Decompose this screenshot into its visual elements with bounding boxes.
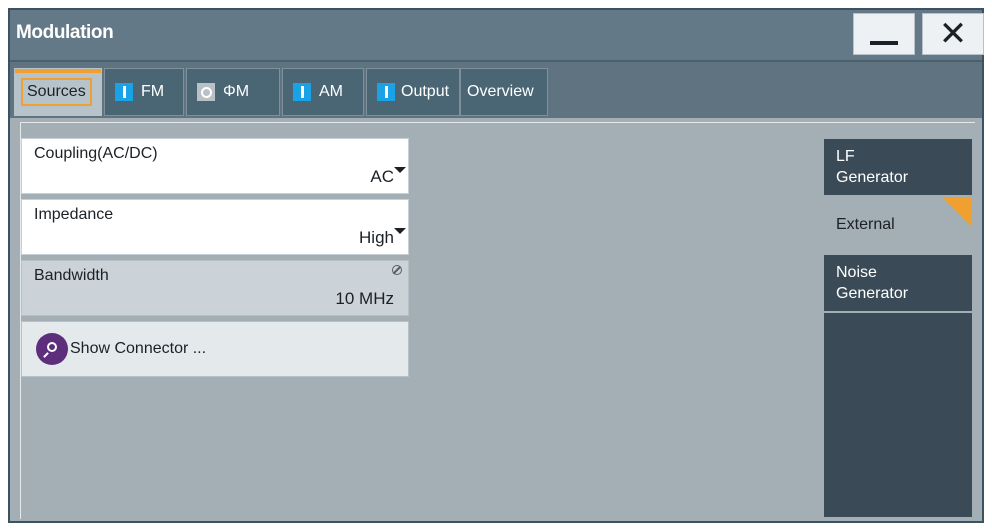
impedance-label: Impedance [34,206,114,223]
bandwidth-readonly-field: Bandwidth 10 MHz [21,260,409,316]
minimize-button[interactable] [853,13,915,55]
tab-am[interactable]: AM [282,68,364,116]
tab-output-label: Output [401,83,450,100]
dialog-title: Modulation [16,22,114,43]
state-on-indicator-icon [377,83,395,101]
tab-fm-label: FM [141,83,165,100]
impedance-value: High [359,228,394,247]
side-item-label: LF Generator [836,148,909,186]
impedance-dropdown[interactable]: Impedance High [21,199,409,255]
tab-sources-label: Sources [21,78,92,106]
side-item-label: Noise Generator [836,264,909,302]
tab-am-label: AM [319,83,343,100]
state-on-indicator-icon [293,83,311,101]
minimize-icon [870,41,898,45]
tab-pm-label: ΦM [223,83,250,100]
search-icon [36,333,68,365]
coupling-dropdown[interactable]: Coupling(AC/DC) AC [21,138,409,194]
source-side-menu: LF Generator External Noise Generator [824,139,972,517]
side-item-label: External [836,216,895,233]
tab-bar: Sources FM ΦM AM Output Overview [10,62,982,118]
read-only-icon [392,265,402,275]
coupling-value: AC [370,167,394,186]
dropdown-arrow-icon [394,167,406,173]
selected-corner-marker [942,197,972,227]
close-button[interactable]: ✕ [922,13,984,55]
bandwidth-value: 10 MHz [335,289,394,308]
side-item-noise-generator[interactable]: Noise Generator [824,255,972,313]
tab-sources[interactable]: Sources [14,68,102,116]
show-connector-button[interactable]: Show Connector ... [21,321,409,377]
title-bar: Modulation ✕ [10,10,984,62]
sources-content-panel: Coupling(AC/DC) AC Impedance High Bandwi… [20,122,975,519]
state-on-indicator-icon [115,83,133,101]
state-off-indicator-icon [197,83,215,101]
tab-output[interactable]: Output [366,68,460,116]
tab-fm[interactable]: FM [104,68,184,116]
selected-tab-accent [15,69,101,73]
coupling-label: Coupling(AC/DC) [34,145,158,162]
tab-overview[interactable]: Overview [460,68,548,116]
show-connector-label: Show Connector ... [70,340,207,357]
tab-overview-label: Overview [467,83,534,100]
side-item-lf-generator[interactable]: LF Generator [824,139,972,197]
close-icon: ✕ [938,14,968,54]
tab-phase-modulation[interactable]: ΦM [186,68,280,116]
side-item-external[interactable]: External [824,197,972,255]
modulation-dialog: Modulation ✕ Sources FM ΦM AM Output Ove… [8,8,984,523]
bandwidth-label: Bandwidth [34,267,109,284]
dropdown-arrow-icon [394,228,406,234]
